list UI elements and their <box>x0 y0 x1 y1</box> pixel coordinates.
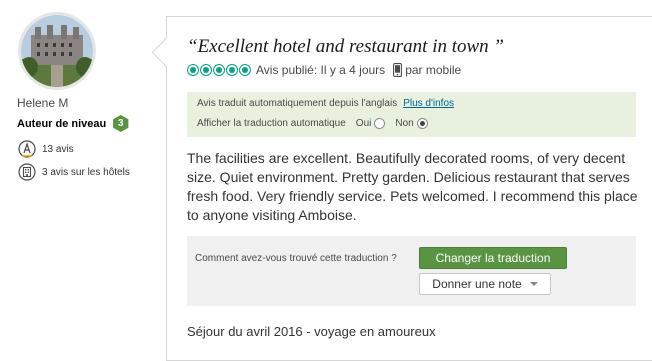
hotel-reviews-row: 3 avis sur les hôtels <box>17 162 130 182</box>
chevron-down-icon <box>529 282 538 286</box>
change-translation-label: Changer la traduction <box>435 251 551 265</box>
more-info-link[interactable]: Plus d'infos <box>403 98 454 109</box>
change-translation-button[interactable]: Changer la traduction <box>419 247 567 269</box>
no-radio[interactable] <box>416 118 428 129</box>
rate-translation-label: Donner une note <box>432 277 522 291</box>
rate-translation-dropdown[interactable]: Donner une note <box>419 273 551 295</box>
review-title[interactable]: “Excellent hotel and restaurant in town … <box>187 36 504 58</box>
auto-translate-label: Afficher la traduction automatique <box>197 118 346 129</box>
stay-info: Séjour du avril 2016 - voyage en amoureu… <box>187 324 436 339</box>
rating-bubble-icon <box>200 64 212 76</box>
level-badge: 3 <box>113 115 129 132</box>
rating-bubble-icon <box>239 64 251 76</box>
reviewer-avatar[interactable] <box>18 12 96 90</box>
bubble-rating <box>187 64 252 76</box>
pencil-badge-icon <box>17 139 37 159</box>
rating-bubble-icon <box>187 64 199 76</box>
translation-notice: Avis traduit automatiquement depuis l'an… <box>187 92 636 137</box>
rating-row: Avis publié: Il y a 4 jours par mobile <box>187 63 461 77</box>
yes-radio[interactable] <box>374 118 386 129</box>
mobile-phone-icon <box>393 63 403 77</box>
feedback-question: Comment avez-vous trouvé cette traductio… <box>195 253 397 264</box>
published-date: Avis publié: Il y a 4 jours <box>256 63 386 77</box>
reviewer-name[interactable]: Helene M <box>17 96 68 110</box>
yes-label: Oui <box>355 118 372 129</box>
no-label: Non <box>395 118 414 129</box>
reviews-count-row: 13 avis <box>17 139 74 159</box>
posted-via: par mobile <box>405 63 462 77</box>
review-body: The facilities are excellent. Beautifull… <box>187 150 638 223</box>
translation-feedback: Comment avez-vous trouvé cette traductio… <box>187 236 636 306</box>
hotel-reviews-count: 3 avis sur les hôtels <box>42 166 130 178</box>
level-label: Auteur de niveau <box>17 117 107 130</box>
rating-bubble-icon <box>213 64 225 76</box>
hotel-icon <box>17 162 37 182</box>
reviews-count: 13 avis <box>42 143 74 155</box>
reviewer-level: Auteur de niveau 3 <box>17 115 129 132</box>
auto-translate-toggle: Afficher la traduction automatique Oui N… <box>197 118 428 129</box>
rating-bubble-icon <box>226 64 238 76</box>
translation-notice-text: Avis traduit automatiquement depuis l'an… <box>197 98 398 109</box>
translation-notice-line: Avis traduit automatiquement depuis l'an… <box>197 98 454 109</box>
